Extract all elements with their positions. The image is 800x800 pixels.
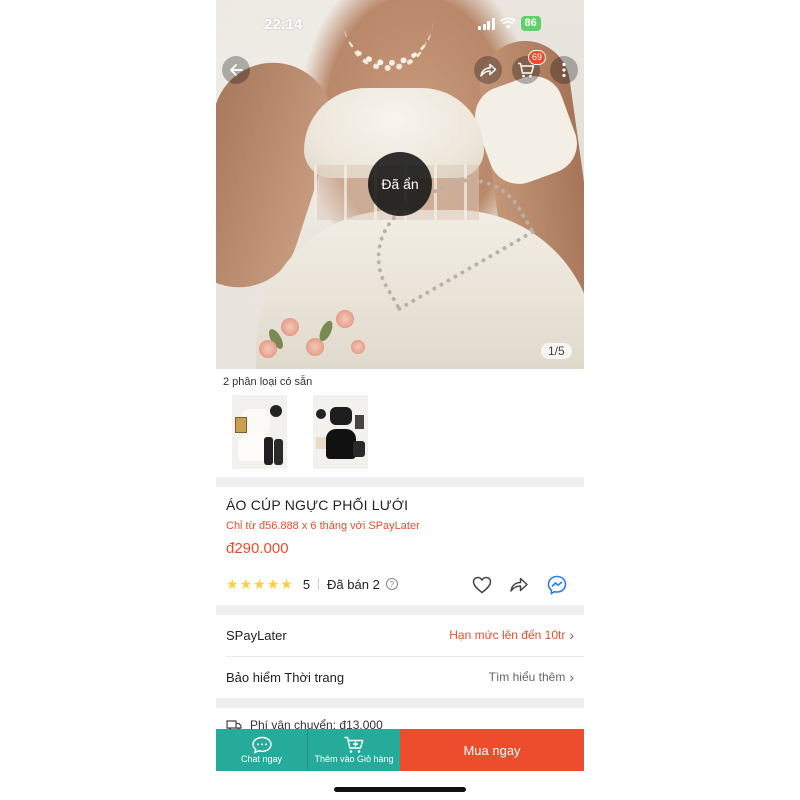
help-icon[interactable]: ? xyxy=(385,578,398,590)
spaylater-value-group: Hạn mức lên đến 10tr › xyxy=(449,627,574,643)
installment-promo[interactable]: Chỉ từ đ56.888 x 6 tháng với SPayLater xyxy=(226,520,420,532)
heart-icon[interactable] xyxy=(471,574,493,596)
section-divider xyxy=(216,698,584,708)
image-counter: 1/5 xyxy=(541,343,572,359)
more-icon xyxy=(562,62,566,78)
insurance-label: Bảo hiểm Thời trang xyxy=(226,669,345,685)
chat-button[interactable]: Chat ngay xyxy=(216,729,307,771)
star-icon: ★ xyxy=(239,576,253,592)
insurance-row[interactable]: Bảo hiểm Thời trang Tìm hiểu thêm › xyxy=(216,657,584,697)
status-time: 22:14 xyxy=(264,16,303,33)
variant-thumbnail-black[interactable] xyxy=(313,395,368,469)
back-arrow-icon xyxy=(230,64,243,76)
hidden-badge[interactable]: Đã ẩn xyxy=(368,152,432,216)
insurance-link: Tìm hiểu thêm xyxy=(488,670,566,684)
status-indicators: 86 xyxy=(478,16,541,31)
cart-count-badge: 69 xyxy=(527,50,546,65)
add-to-cart-label: Thêm vào Giỏ hàng xyxy=(314,754,394,764)
messenger-icon[interactable] xyxy=(546,574,568,596)
star-icon: ★ xyxy=(226,576,239,592)
variant-thumbnail-white[interactable] xyxy=(232,395,287,469)
signal-icon xyxy=(478,17,495,30)
bottom-action-bar: Chat ngay Thêm vào Giỏ hàng Mua ngay xyxy=(216,729,584,771)
back-button[interactable] xyxy=(222,56,250,84)
insurance-value-group: Tìm hiểu thêm › xyxy=(489,669,574,685)
battery-indicator: 86 xyxy=(520,16,541,31)
more-button[interactable] xyxy=(550,56,578,84)
rating-row: ★ ★ ★ ★ ★ 5 Đã bán 2 ? xyxy=(226,576,398,592)
share-icon[interactable] xyxy=(508,574,530,596)
product-price: đ290.000 xyxy=(226,540,289,557)
spaylater-limit: Hạn mức lên đến 10tr xyxy=(449,628,566,642)
product-title: ÁO CÚP NGỰC PHỐI LƯỚI xyxy=(226,497,409,513)
chevron-right-icon: › xyxy=(569,627,574,643)
product-image[interactable]: 22:14 86 69 Đã ẩn 1/5 xyxy=(216,0,584,369)
wifi-icon xyxy=(499,17,516,29)
home-indicator[interactable] xyxy=(334,787,466,792)
chat-label: Chat ngay xyxy=(240,754,283,764)
spaylater-label: SPayLater xyxy=(226,627,287,643)
rating-value: 5 xyxy=(302,576,311,592)
section-divider xyxy=(216,477,584,487)
add-to-cart-button[interactable]: Thêm vào Giỏ hàng xyxy=(307,729,400,771)
star-icon: ★ xyxy=(253,576,266,592)
separator xyxy=(318,578,320,590)
buy-now-button[interactable]: Mua ngay xyxy=(400,729,584,771)
share-button[interactable] xyxy=(474,56,502,84)
section-divider xyxy=(216,605,584,615)
star-icon: ★ xyxy=(280,576,293,592)
chat-icon xyxy=(251,736,272,754)
add-cart-icon xyxy=(344,736,364,753)
phone-screen: 22:14 86 69 Đã ẩn 1/5 2 phân loại có sẵn… xyxy=(216,0,584,800)
chevron-right-icon: › xyxy=(569,669,574,685)
sold-count: Đã bán 2 xyxy=(327,576,380,592)
variants-label: 2 phân loại có sẵn xyxy=(223,376,313,388)
cart-button[interactable]: 69 xyxy=(512,50,546,84)
star-icon: ★ xyxy=(266,576,280,592)
share-icon xyxy=(480,63,497,77)
spaylater-row[interactable]: SPayLater Hạn mức lên đến 10tr › xyxy=(216,615,584,655)
rating-stars: ★ ★ ★ ★ ★ xyxy=(226,576,293,592)
